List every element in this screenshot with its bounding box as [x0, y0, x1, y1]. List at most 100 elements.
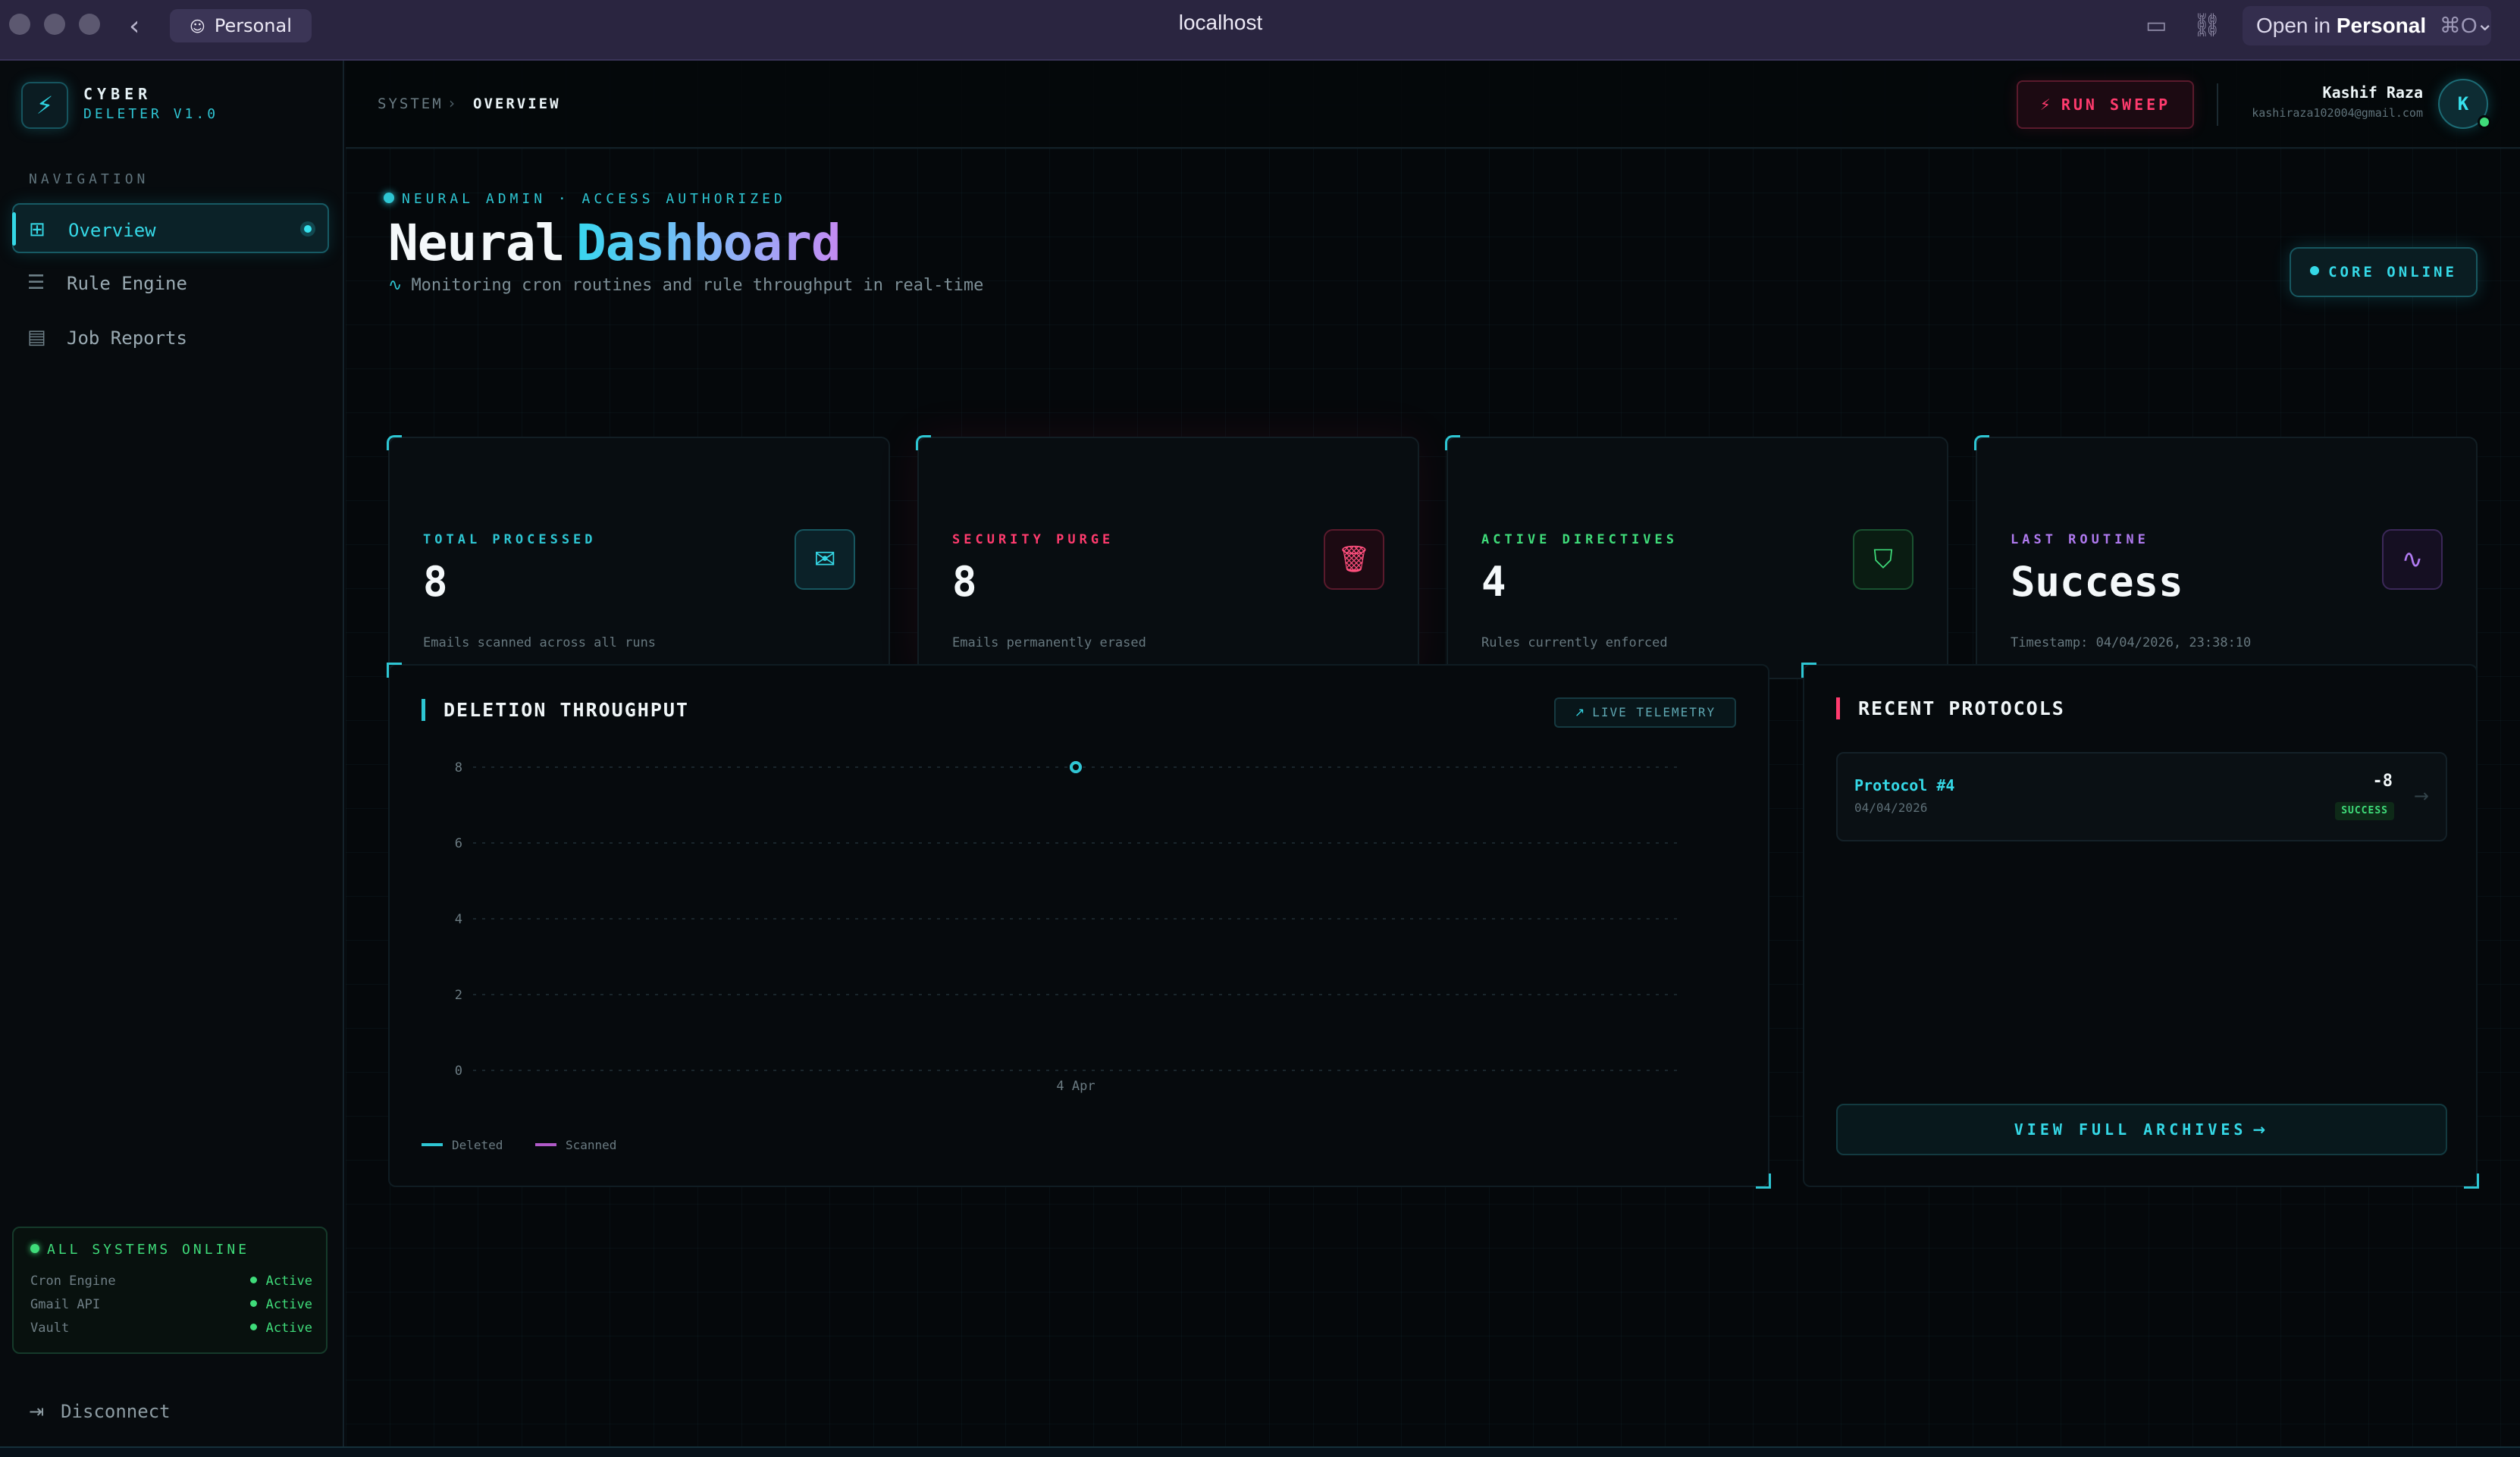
stat-label: TOTAL PROCESSED [423, 532, 597, 547]
breadcrumb-overview: OVERVIEW [473, 96, 561, 112]
stat-label: LAST ROUTINE [2011, 532, 2149, 547]
user-email: kashiraza102004@gmail.com [2252, 106, 2423, 120]
card-corner [1974, 435, 1989, 450]
bolt-logo-icon: ⚡ [21, 82, 68, 129]
sidebar-item-label: Overview [68, 220, 156, 241]
protocols-title: RECENT PROTOCOLS [1836, 697, 2065, 719]
stat-value: 8 [423, 558, 448, 606]
status-badge: Active [250, 1274, 312, 1289]
stat-label: SECURITY PURGE [952, 532, 1114, 547]
protocol-date: 04/04/2026 [1854, 801, 1928, 815]
legend-label: Deleted [452, 1138, 503, 1152]
mail-icon: ✉ [795, 529, 855, 590]
window-zoom-button[interactable] [79, 14, 100, 35]
card-corner [387, 435, 402, 450]
stat-description: Emails scanned across all runs [423, 635, 657, 650]
system-status-panel: ALL SYSTEMS ONLINE Cron Engine Active Gm… [12, 1227, 328, 1354]
core-status-badge: CORE ONLINE [2290, 247, 2478, 297]
user-name: Kashif Raza [2322, 83, 2423, 102]
sidebar-item-overview[interactable]: ⊞ Overview [12, 203, 329, 253]
status-row-name: Vault [30, 1321, 70, 1336]
breadcrumb-system[interactable]: SYSTEM [378, 96, 444, 112]
recent-protocols-panel: RECENT PROTOCOLS Protocol #4 04/04/2026 … [1801, 663, 2479, 1189]
status-row: Cron Engine Active [30, 1274, 312, 1289]
open-in-shortcut: ⌘O [2439, 14, 2478, 37]
stat-label: ACTIVE DIRECTIVES [1481, 532, 1678, 547]
back-arrow-icon[interactable]: ‹ [129, 11, 139, 42]
system-status-heading: ALL SYSTEMS ONLINE [30, 1242, 249, 1258]
active-indicator [300, 221, 315, 237]
panel-corner [2464, 1173, 2479, 1189]
profile-label: Personal [214, 15, 292, 36]
sidebar-toggle-icon[interactable]: ▭ [2145, 12, 2167, 39]
status-row-name: Gmail API [30, 1297, 101, 1312]
open-in-button[interactable]: Open in Personal ⌘O [2243, 6, 2491, 45]
divider [2217, 83, 2218, 126]
x-tick-label: 4 Apr [1056, 1079, 1095, 1094]
sidebar-item-job-reports[interactable]: ▤ Job Reports [12, 312, 329, 362]
y-tick-label: 6 [455, 836, 462, 851]
stat-card-last-routine: LAST ROUTINE Success Timestamp: 04/04/20… [1974, 435, 2478, 679]
top-bar: SYSTEM › OVERVIEW ⚡ RUN SWEEP Kashif Raza… [346, 61, 2520, 149]
card-corner [916, 435, 931, 450]
stat-card-active-directives: ACTIVE DIRECTIVES 4 Rules currently enfo… [1445, 435, 1948, 679]
address-bar[interactable]: localhost [1107, 11, 1334, 35]
chevron-right-icon: › [449, 94, 455, 112]
status-badge: SUCCESS [2335, 802, 2394, 820]
throughput-chart: 0 2 4 6 8 4 Apr Deleted Scanned [422, 760, 1678, 1152]
browser-profile-pill[interactable]: ☺ Personal [170, 9, 312, 42]
disconnect-button[interactable]: ⇥ Disconnect [29, 1401, 171, 1422]
sidebar-item-rule-engine[interactable]: ☰ Rule Engine [12, 258, 329, 308]
window-close-button[interactable] [9, 14, 30, 35]
trash-icon: 🗑 [1324, 529, 1384, 590]
status-row: Vault Active [30, 1321, 312, 1336]
document-icon: ▤ [27, 326, 46, 349]
pulse-icon: ∿ [2382, 529, 2443, 590]
window-bottom-edge [0, 1446, 2520, 1457]
y-tick-label: 8 [455, 760, 462, 776]
brand-name: CYBER [83, 85, 152, 103]
protocol-name: Protocol #4 [1854, 776, 1955, 794]
chevron-down-icon[interactable]: ⌄ [2476, 11, 2493, 36]
browser-toolbar: ‹ ☺ Personal localhost ▭ ⛓ Open in Person… [0, 0, 2520, 61]
legend-label: Scanned [566, 1138, 616, 1152]
sidebar: ⚡ CYBER DELETER V1.0 NAVIGATION ⊞ Overvi… [0, 61, 344, 1457]
stat-description: Timestamp: 04/04/2026, 23:38:10 [2011, 635, 2252, 650]
arrow-right-icon: → [2413, 785, 2429, 807]
window-minimize-button[interactable] [44, 14, 65, 35]
filter-icon: ☰ [27, 271, 45, 294]
main-content: SYSTEM › OVERVIEW ⚡ RUN SWEEP Kashif Raza… [346, 61, 2520, 1457]
stat-value: 8 [952, 558, 977, 606]
brand-version: DELETER V1.0 [83, 106, 219, 122]
disconnect-label: Disconnect [61, 1401, 171, 1422]
y-tick-label: 2 [455, 988, 462, 1003]
nav-heading: NAVIGATION [29, 171, 149, 187]
status-badge: Active [250, 1321, 312, 1336]
bolt-icon: ⚡ [2039, 96, 2054, 114]
view-full-archives-button[interactable]: VIEW FULL ARCHIVES → [1836, 1104, 2447, 1155]
sidebar-item-label: Job Reports [67, 327, 187, 349]
status-row-name: Cron Engine [30, 1274, 116, 1289]
stat-card-total-processed: TOTAL PROCESSED 8 Emails scanned across … [387, 435, 890, 679]
open-in-profile: Personal [2336, 14, 2427, 37]
stat-description: Rules currently enforced [1481, 635, 1668, 650]
deletion-throughput-panel: DELETION THROUGHPUT ↗ LIVE TELEMETRY 0246… [387, 663, 1771, 1189]
access-eyebrow: NEURAL ADMIN · ACCESS AUTHORIZED [384, 191, 786, 207]
status-badge: Active [250, 1297, 312, 1312]
sidebar-item-label: Rule Engine [67, 273, 187, 294]
arrow-right-icon: → [2252, 1120, 2270, 1139]
panel-corner [1801, 663, 1816, 678]
run-sweep-label: RUN SWEEP [2061, 96, 2171, 114]
run-sweep-button[interactable]: ⚡ RUN SWEEP [2017, 80, 2194, 129]
protocol-delta: -8 [2372, 772, 2393, 791]
pulse-icon: ∿ [388, 276, 403, 295]
link-icon[interactable]: ⛓ [2192, 12, 2221, 39]
shield-check-icon: ⛉ [1853, 529, 1914, 590]
stat-description: Emails permanently erased [952, 635, 1146, 650]
y-tick-label: 0 [455, 1064, 462, 1079]
open-in-prefix: Open in [2256, 14, 2331, 37]
protocol-list-item[interactable]: Protocol #4 04/04/2026 -8 SUCCESS → [1836, 752, 2447, 841]
y-tick-label: 4 [455, 912, 462, 927]
view-archives-label: VIEW FULL ARCHIVES [2014, 1120, 2247, 1139]
stat-card-security-purge: SECURITY PURGE 8 Emails permanently eras… [916, 435, 1419, 679]
